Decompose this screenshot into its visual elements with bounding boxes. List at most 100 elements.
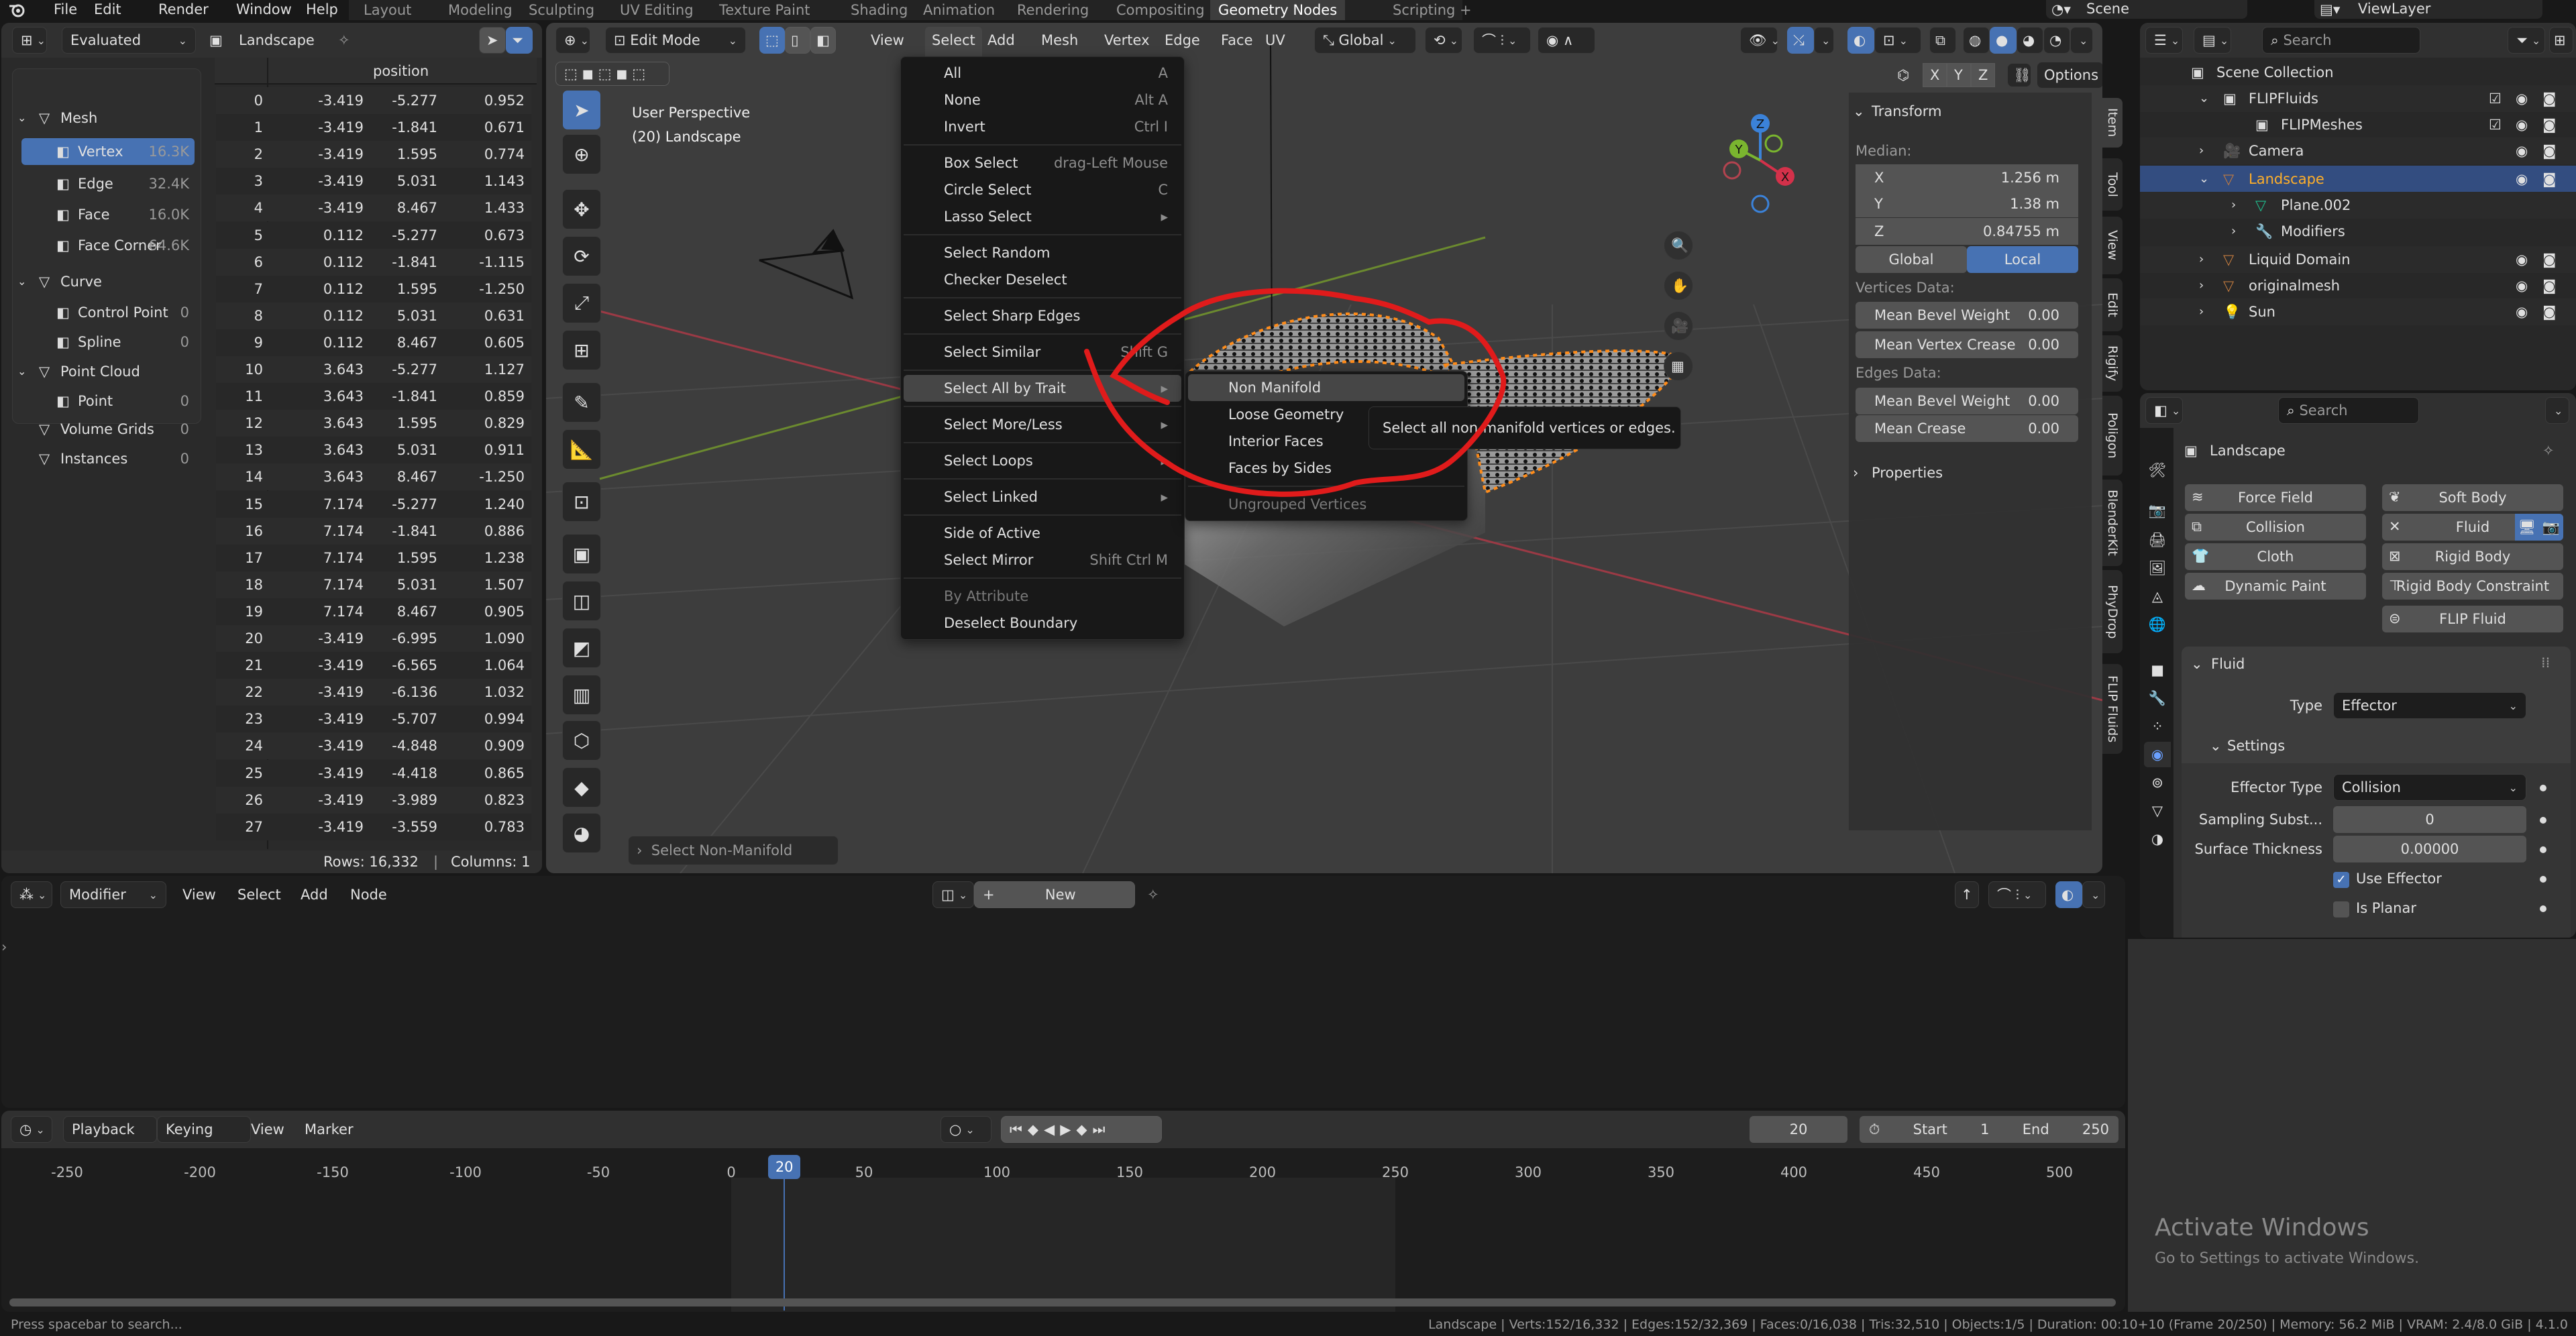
menu-file[interactable]: File	[54, 0, 77, 23]
table-row[interactable]: 12 3.643 1.595 0.829	[216, 410, 531, 437]
keyframe-dot[interactable]	[2540, 846, 2546, 853]
sidebar-tab-view[interactable]: View	[2102, 217, 2123, 274]
menu-item-deselect-boundary[interactable]: Deselect Boundary	[904, 610, 1181, 636]
navigation-gizmo[interactable]: Z X Y	[1707, 103, 1814, 217]
outliner-item-scene-collection[interactable]: ▣ Scene Collection	[2140, 59, 2576, 86]
bevel-tool-icon[interactable]: ◩	[562, 628, 601, 668]
scene-tab-icon[interactable]: ◬	[2144, 583, 2171, 609]
camera-render-icon[interactable]: ◙	[2542, 166, 2556, 192]
menu-item-side-of-active[interactable]: Side of Active	[904, 520, 1181, 547]
median-z-field[interactable]: Z 0.84755 m	[1856, 218, 2078, 245]
table-row[interactable]: 2 -3.419 1.595 0.774	[216, 141, 531, 168]
table-row[interactable]: 5 0.112 -5.277 0.673	[216, 221, 531, 249]
chevron-down-icon[interactable]: ⌄	[1853, 98, 1865, 125]
keyframe-dot[interactable]	[2540, 785, 2546, 791]
playhead[interactable]: 20	[768, 1155, 801, 1179]
mirror-axis-z[interactable]: Z	[1971, 63, 1995, 87]
chevron-right-icon[interactable]: ›	[2199, 298, 2204, 325]
camera-view-icon[interactable]: 🎥	[1664, 311, 1693, 341]
particles-tab-icon[interactable]: ⁘	[2144, 714, 2171, 739]
timeline-scrollbar[interactable]	[9, 1298, 2116, 1306]
start-value[interactable]: 1	[1980, 1121, 1989, 1137]
mode-dropdown[interactable]: ⊡ Edit Mode ⌄	[605, 27, 746, 54]
snap-toggle[interactable]: ⌒ ⫶ ⌄	[1473, 27, 1531, 54]
camera-render-icon[interactable]: ◙	[2542, 111, 2556, 138]
table-row[interactable]: 8 0.112 5.031 0.631	[216, 302, 531, 329]
menu-help[interactable]: Help	[306, 0, 338, 23]
eye-icon[interactable]: ◉	[2516, 272, 2528, 299]
eye-icon[interactable]: ◉	[2516, 246, 2528, 273]
stopwatch-icon[interactable]: ⏱	[1869, 1121, 1880, 1138]
measure-tool-icon[interactable]: 📐	[562, 429, 601, 469]
select-box-tool-icon[interactable]: ➤	[562, 90, 601, 130]
dataset-spline[interactable]: ◧ Spline 0	[21, 329, 195, 355]
dataset-curve[interactable]: ⌄ ▽ Curve	[15, 268, 195, 295]
shading-dropdown[interactable]: ⌄	[2070, 27, 2093, 54]
filter-toggle[interactable]: ⏷	[506, 27, 533, 54]
last-operator-panel[interactable]: › Select Non-Manifold	[628, 836, 839, 865]
chevron-right-icon[interactable]: ›	[2199, 272, 2204, 299]
dataset-point-cloud[interactable]: ⌄ ▽ Point Cloud	[15, 358, 195, 385]
evaluation-dropdown[interactable]: Evaluated ⌄	[62, 27, 196, 54]
chevron-right-icon[interactable]: ›	[2199, 246, 2204, 273]
mirror-axis-x[interactable]: X	[1923, 63, 1947, 87]
node-editor[interactable]: ⁂ ⌄ Modifier ⌄ View Select Add Node ◫ ⌄ + New ✧…	[1, 876, 2125, 1108]
physics-rigid-body-constraint-button[interactable]: ⊤ Rigid Body Constraint	[2382, 573, 2563, 600]
render-tab-icon[interactable]: 📷	[2144, 498, 2171, 523]
table-row[interactable]: 14 3.643 8.467 -1.250	[216, 463, 531, 491]
v-bevel-field[interactable]: Mean Bevel Weight 0.00	[1856, 302, 2078, 329]
zoom-icon[interactable]: 🔍	[1664, 231, 1693, 260]
wireframe-shading[interactable]: ◍	[1963, 27, 1990, 54]
blender-logo-icon[interactable]	[8, 2, 25, 18]
table-row[interactable]: 4 -3.419 8.467 1.433	[216, 194, 531, 222]
move-tool-icon[interactable]: ✥	[562, 189, 601, 229]
outliner-item-liquid-domain[interactable]: › ▽ Liquid Domain ◉ ◙	[2140, 246, 2576, 273]
properties-search[interactable]: ⌕ Search	[2278, 397, 2419, 424]
extrude-tool-icon[interactable]: ▣	[562, 534, 601, 574]
physics-tab-icon[interactable]: ◉	[2144, 742, 2171, 767]
table-row[interactable]: 0 -3.419 -5.277 0.952	[216, 87, 531, 114]
camera-render-icon[interactable]: ◙	[2542, 137, 2556, 164]
settings-chevron[interactable]: ⌄	[2210, 732, 2222, 759]
material-shading[interactable]: ◕	[2017, 27, 2043, 54]
auto-keying-toggle[interactable]: ○ ⌄	[941, 1116, 991, 1143]
gizmo-toggle[interactable]: ⤯	[1787, 27, 1814, 54]
workspace-tab-compositing[interactable]: Compositing	[1108, 0, 1213, 20]
fluid-panel-chevron[interactable]: ⌄	[2191, 651, 2203, 677]
pin-icon[interactable]: ✧	[338, 27, 350, 54]
chevron-down-icon[interactable]: ⌄	[17, 358, 26, 385]
table-row[interactable]: 9 0.112 8.467 0.605	[216, 329, 531, 356]
chevron-down-icon[interactable]: ⌄	[17, 268, 26, 295]
new-node-group-button[interactable]: + New	[974, 881, 1135, 908]
menu-item-invert[interactable]: Invert Ctrl I	[904, 113, 1181, 140]
exclude-checkbox[interactable]: ☑	[2489, 85, 2502, 112]
xray-toggle[interactable]: ⧉	[1929, 27, 1956, 54]
knife-tool-icon[interactable]: ⬡	[562, 720, 601, 761]
visibility-dropdown[interactable]: 👁 ⌄	[1740, 27, 1780, 54]
outliner-item-sun[interactable]: › 💡 Sun ◉ ◙	[2140, 298, 2576, 325]
menu-edit[interactable]: Edit	[94, 0, 121, 23]
pivot-dropdown[interactable]: ⟲ ⌄	[1425, 27, 1462, 54]
table-row[interactable]: 24 -3.419 -4.848 0.909	[216, 732, 531, 760]
table-row[interactable]: 11 3.643 -1.841 0.859	[216, 383, 531, 410]
select-mode-new[interactable]: ⬚ ◼ ⬚ ◼ ⬚	[555, 62, 669, 86]
eye-icon[interactable]: ◉	[2516, 111, 2528, 138]
viewport-menu-uv[interactable]: UV	[1258, 27, 1292, 54]
v-crease-field[interactable]: Mean Vertex Crease 0.00	[1856, 331, 2078, 358]
timeline-menu-keying[interactable]: Keying	[157, 1116, 251, 1143]
menu-item-lasso-select[interactable]: Lasso Select ▸	[904, 203, 1181, 230]
outliner-item-plane-002[interactable]: › ▽ Plane.002	[2140, 192, 2576, 219]
view-layer-selector[interactable]: ▤▾ ViewLayer	[2314, 0, 2542, 19]
table-row[interactable]: 10 3.643 -5.277 1.127	[216, 356, 531, 383]
workspace-tab-scripting[interactable]: Scripting	[1385, 0, 1463, 20]
sidebar-toggle-icon[interactable]: ›	[1, 934, 7, 960]
poly-build-tool-icon[interactable]: ◆	[562, 767, 601, 808]
table-row[interactable]: 7 0.112 1.595 -1.250	[216, 275, 531, 302]
proportional-edit[interactable]: ◉ ∧	[1538, 27, 1595, 54]
timeline-menu-view[interactable]: View	[251, 1116, 284, 1143]
eye-icon[interactable]: ◉	[2516, 137, 2528, 164]
dataset-face[interactable]: ◧ Face 16.0K	[21, 201, 195, 228]
face-select-mode[interactable]: ◧	[810, 27, 836, 54]
pan-hand-icon[interactable]: ✋	[1664, 271, 1693, 300]
selected-only-toggle[interactable]: ➤	[479, 27, 506, 54]
